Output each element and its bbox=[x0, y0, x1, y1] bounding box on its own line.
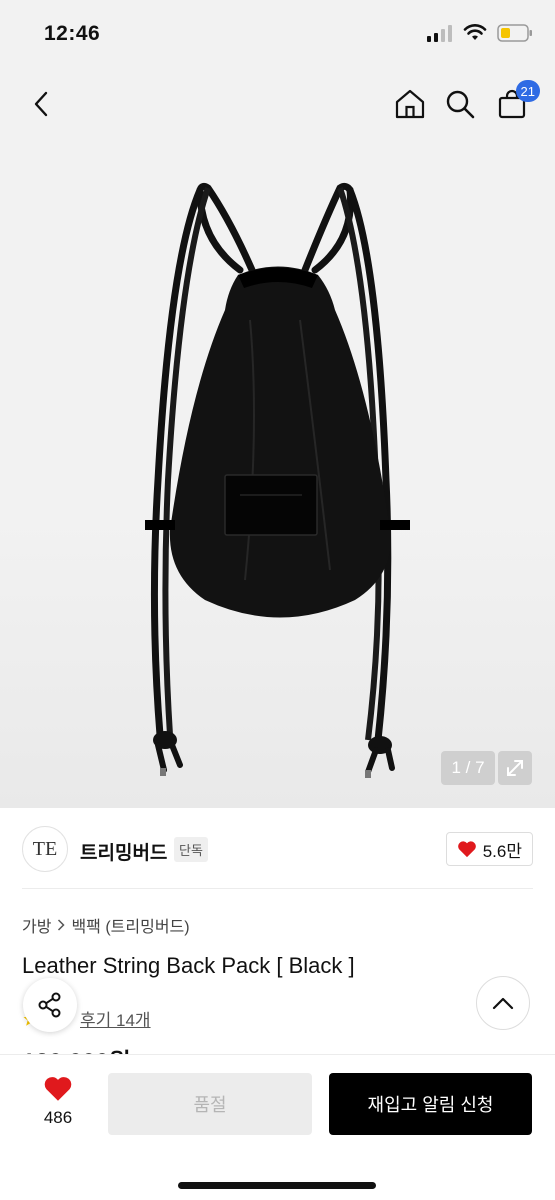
restock-alert-button[interactable]: 재입고 알림 신청 bbox=[329, 1073, 532, 1135]
product-title: Leather String Back Pack [ Black ] bbox=[22, 953, 355, 978]
brand-name[interactable]: 트리밍버드 bbox=[80, 838, 167, 865]
product-image bbox=[145, 182, 410, 778]
back-button[interactable] bbox=[22, 84, 62, 124]
home-indicator bbox=[178, 1182, 376, 1189]
brand-logo[interactable]: TE bbox=[22, 826, 68, 872]
home-icon bbox=[395, 89, 425, 119]
search-icon bbox=[446, 90, 475, 119]
breadcrumb-subcategory[interactable]: 백팩 (트리밍버드) bbox=[71, 913, 189, 937]
wifi-icon bbox=[463, 24, 487, 40]
heart-icon bbox=[457, 841, 476, 858]
chevron-up-icon bbox=[492, 997, 514, 1010]
cart-badge: 21 bbox=[515, 80, 540, 102]
brand-like-button[interactable]: 5.6만 bbox=[445, 832, 533, 866]
top-nav: 21 bbox=[0, 70, 555, 140]
wish-button[interactable]: 486 bbox=[30, 1075, 86, 1128]
cart-button[interactable]: 21 bbox=[492, 80, 540, 124]
exclusive-badge: 단독 bbox=[174, 837, 208, 862]
share-icon bbox=[38, 992, 61, 1018]
brand-like-count: 5.6만 bbox=[482, 841, 522, 861]
heart-icon bbox=[44, 1077, 72, 1101]
status-icons bbox=[427, 24, 533, 42]
scroll-top-button[interactable] bbox=[476, 976, 530, 1030]
home-button[interactable] bbox=[390, 84, 430, 124]
bottom-action-bar: 486 품절 재입고 알림 신청 bbox=[0, 1054, 555, 1200]
expand-button[interactable] bbox=[498, 751, 532, 785]
status-bar: 12:46 bbox=[0, 0, 555, 70]
back-icon bbox=[34, 91, 48, 117]
breadcrumb: 가방 백팩 (트리밍버드) bbox=[22, 913, 190, 937]
review-link[interactable]: 후기 14개 bbox=[80, 1006, 151, 1031]
soldout-button[interactable]: 품절 bbox=[108, 1073, 312, 1135]
share-button[interactable] bbox=[23, 978, 77, 1032]
status-time: 12:46 bbox=[44, 22, 101, 45]
signal-icon bbox=[427, 25, 452, 42]
wish-count: 486 bbox=[43, 1108, 73, 1127]
divider bbox=[22, 888, 533, 889]
expand-icon bbox=[507, 760, 523, 776]
image-counter: 1 / 7 bbox=[441, 751, 495, 785]
search-button[interactable] bbox=[440, 84, 480, 124]
battery-icon bbox=[497, 24, 532, 42]
chevron-right-icon bbox=[58, 919, 66, 931]
breadcrumb-category[interactable]: 가방 bbox=[22, 913, 51, 937]
brand-row: TE 트리밍버드 단독 5.6만 bbox=[22, 822, 533, 874]
